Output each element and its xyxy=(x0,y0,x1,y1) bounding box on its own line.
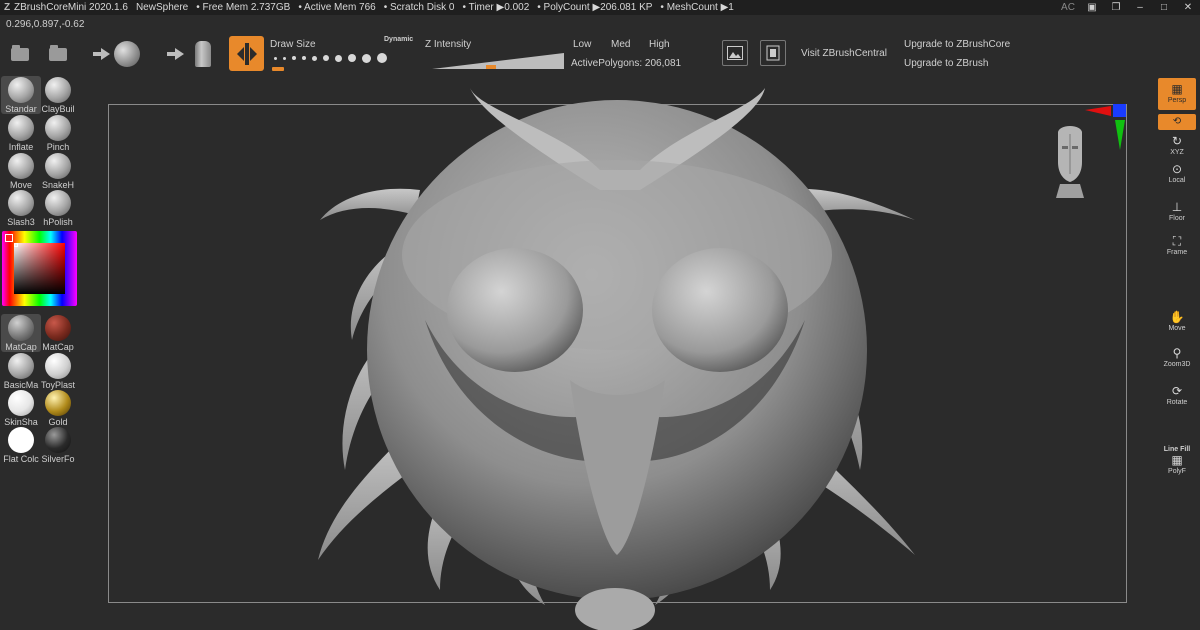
xyz-rotate-icon: ↻ xyxy=(1171,134,1183,148)
right-palette: ▦ Persp ⟲ ↻ XYZ ⊙ Local ⊥ Floor ⛶ Frame … xyxy=(1155,74,1200,630)
axis-gizmo-icon[interactable] xyxy=(1085,104,1127,154)
frame-label: Frame xyxy=(1166,249,1188,256)
persp-button[interactable]: ▦ Persp xyxy=(1158,78,1196,110)
move-label: Move xyxy=(1168,325,1186,332)
zoom3d-button[interactable]: ⚲ Zoom3D xyxy=(1158,346,1196,368)
model-chin xyxy=(575,588,655,630)
refresh-icon: ⟲ xyxy=(1172,116,1182,127)
xyz-button[interactable]: ↻ XYZ xyxy=(1158,134,1196,156)
linefill-label: Line Fill xyxy=(1163,446,1191,453)
rotate-button[interactable]: ⟳ Rotate xyxy=(1158,384,1196,406)
floor-label: Floor xyxy=(1169,215,1185,222)
polyf-label: PolyF xyxy=(1168,468,1186,475)
model-right-eye xyxy=(652,248,788,372)
move-button[interactable]: ✋ Move xyxy=(1158,310,1196,332)
floor-button[interactable]: ⊥ Floor xyxy=(1158,200,1196,222)
perspective-grid-icon: ▦ xyxy=(1171,82,1183,96)
hand-move-icon: ✋ xyxy=(1169,310,1185,324)
zoom-icon: ⚲ xyxy=(1172,346,1182,360)
linefill-button[interactable]: Line Fill ▦ PolyF xyxy=(1158,446,1196,475)
local-icon: ⊙ xyxy=(1171,162,1183,176)
frame-button[interactable]: ⛶ Frame xyxy=(1158,234,1196,256)
polyframe-grid-icon: ▦ xyxy=(1171,453,1183,467)
floor-grid-toggle[interactable]: ⟲ xyxy=(1158,114,1196,130)
rotate-label: Rotate xyxy=(1166,399,1188,406)
frame-icon: ⛶ xyxy=(1172,234,1182,248)
floor-icon: ⊥ xyxy=(1171,200,1183,214)
rotate-icon: ⟳ xyxy=(1171,384,1183,398)
persp-label: Persp xyxy=(1167,97,1187,104)
xyz-label: XYZ xyxy=(1170,149,1184,156)
sculpt-model[interactable] xyxy=(0,0,1200,630)
navigation-head-icon[interactable] xyxy=(1052,122,1088,200)
local-button[interactable]: ⊙ Local xyxy=(1158,162,1196,184)
local-label: Local xyxy=(1168,177,1186,184)
model-left-eye xyxy=(447,248,583,372)
zoom3d-label: Zoom3D xyxy=(1163,361,1191,368)
